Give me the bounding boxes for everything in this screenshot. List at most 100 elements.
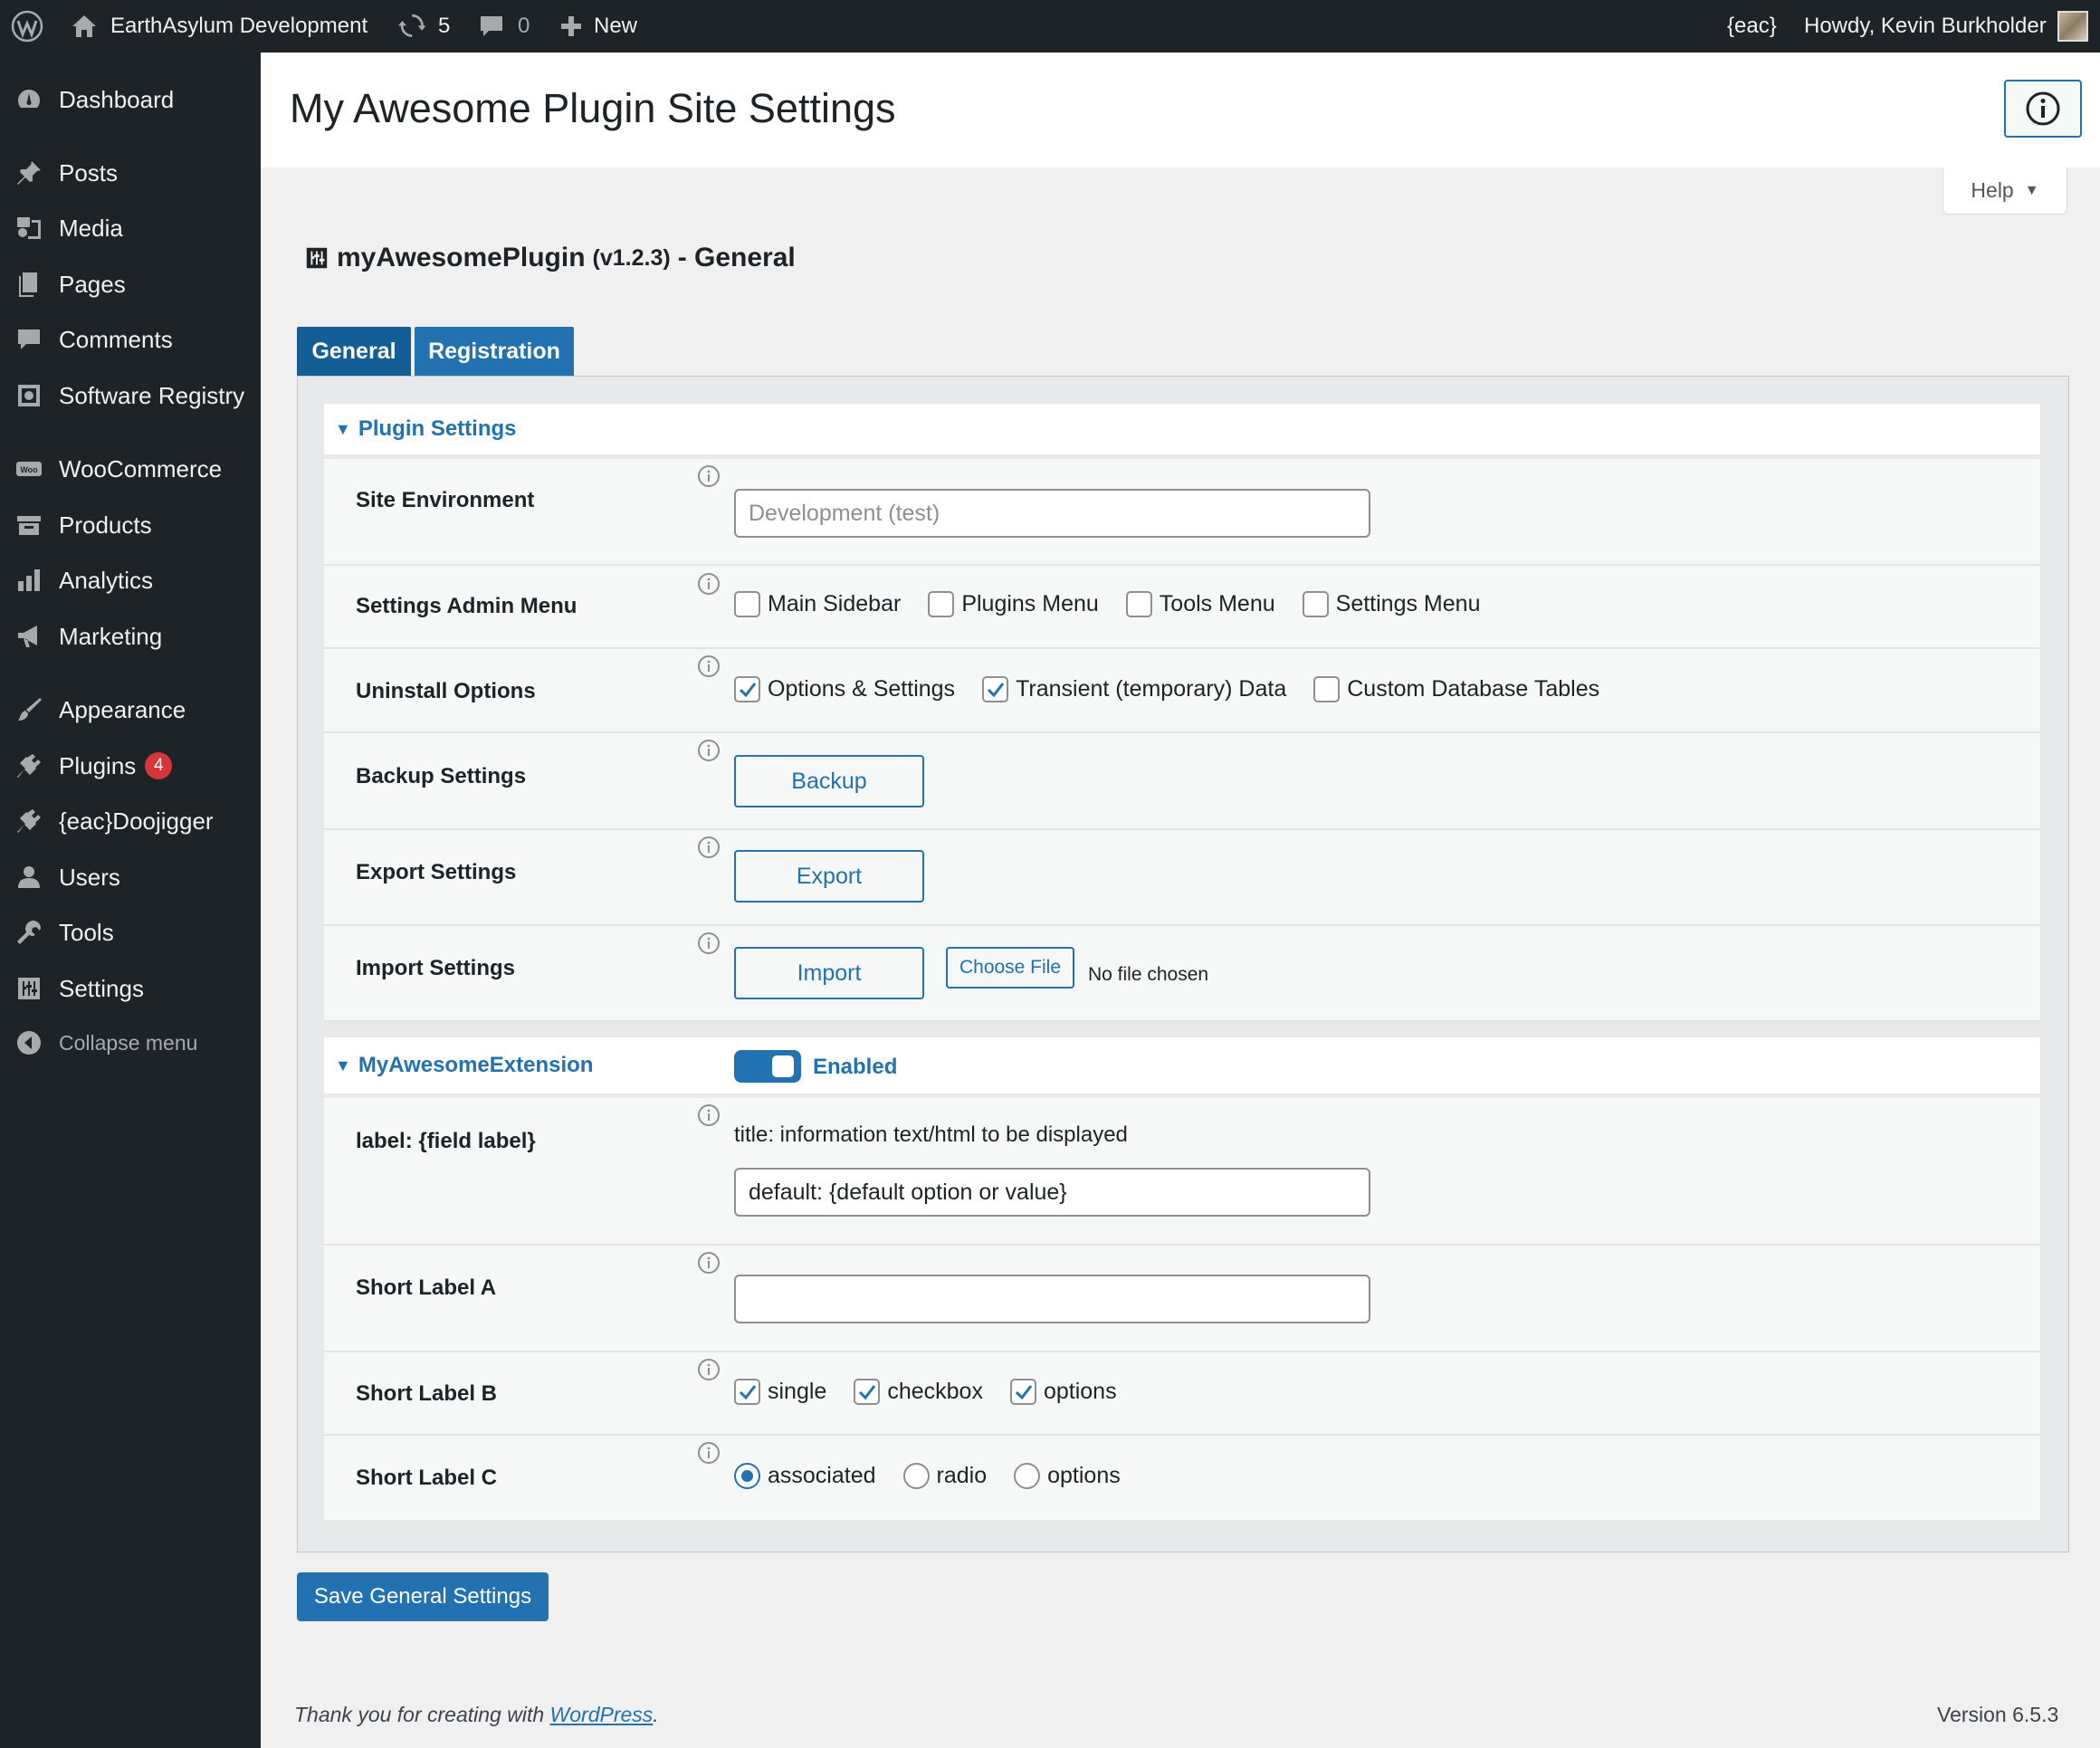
checkbox[interactable] bbox=[1009, 1379, 1036, 1405]
comment-icon bbox=[478, 13, 505, 40]
checkbox[interactable] bbox=[854, 1379, 881, 1405]
page-title: My Awesome Plugin Site Settings bbox=[290, 85, 896, 131]
field-label: Site Environment bbox=[356, 488, 535, 512]
info-icon[interactable] bbox=[697, 1251, 721, 1275]
sidebar-item-label: Pages bbox=[59, 270, 126, 298]
sidebar-item-eac-doojigger[interactable]: {eac}Doojigger bbox=[0, 797, 261, 845]
row-field-label: label: {field label} title: information … bbox=[324, 1098, 2040, 1246]
site-environment-input[interactable]: Development (test) bbox=[734, 489, 1370, 538]
radio-radio[interactable]: radio bbox=[902, 1463, 987, 1489]
section-plugin-settings-header[interactable]: ▼ Plugin Settings bbox=[324, 404, 2040, 454]
export-button[interactable]: Export bbox=[734, 850, 924, 903]
bar-chart-icon bbox=[14, 565, 44, 596]
radio-associated[interactable]: associated bbox=[734, 1463, 876, 1489]
sidebar-item-pages[interactable]: Pages bbox=[0, 260, 261, 309]
checkbox-custom-tables[interactable]: Custom Database Tables bbox=[1313, 676, 1599, 702]
radio-button[interactable] bbox=[734, 1463, 760, 1489]
brush-icon bbox=[14, 694, 44, 725]
checkbox[interactable] bbox=[734, 591, 760, 617]
sidebar-item-products[interactable]: Products bbox=[0, 501, 261, 549]
file-status: No file chosen bbox=[1088, 964, 1209, 985]
info-icon[interactable] bbox=[697, 1358, 721, 1381]
checkbox[interactable] bbox=[1302, 591, 1329, 617]
checkbox-options[interactable]: options bbox=[1009, 1379, 1117, 1405]
info-icon[interactable] bbox=[697, 931, 721, 955]
updates-count: 5 bbox=[438, 14, 451, 38]
option-label: checkbox bbox=[887, 1379, 983, 1404]
checkbox-plugins-menu[interactable]: Plugins Menu bbox=[928, 591, 1099, 617]
sidebar-item-marketing[interactable]: Marketing bbox=[0, 612, 261, 661]
checkbox-options-settings[interactable]: Options & Settings bbox=[734, 676, 955, 702]
button-label: Export bbox=[796, 863, 863, 889]
tab-registration[interactable]: Registration bbox=[415, 327, 574, 377]
checkbox[interactable] bbox=[982, 676, 1009, 702]
radio-button[interactable] bbox=[902, 1463, 930, 1489]
checkbox[interactable] bbox=[1313, 676, 1341, 702]
comments-link[interactable]: 0 bbox=[478, 0, 530, 53]
checkbox-tools-menu[interactable]: Tools Menu bbox=[1125, 591, 1275, 617]
wordpress-link[interactable]: WordPress bbox=[550, 1703, 654, 1726]
backup-button[interactable]: Backup bbox=[734, 755, 924, 807]
field-default-input[interactable]: default: {default option or value} bbox=[734, 1168, 1370, 1217]
wrench-icon bbox=[14, 917, 44, 948]
wordpress-logo-icon[interactable] bbox=[11, 0, 43, 53]
row-short-label-b: Short Label B single checkbox options bbox=[324, 1352, 2040, 1436]
import-button[interactable]: Import bbox=[734, 947, 924, 999]
sidebar-item-label: Appearance bbox=[59, 695, 186, 723]
info-icon[interactable] bbox=[697, 1103, 721, 1127]
toggle-knob bbox=[772, 1055, 794, 1077]
site-name-link[interactable]: EarthAsylum Development bbox=[71, 0, 368, 53]
sidebar-item-settings[interactable]: Settings bbox=[0, 964, 261, 1013]
new-content-link[interactable]: New bbox=[559, 0, 637, 53]
checkbox[interactable] bbox=[1125, 591, 1152, 617]
checkbox-checkbox[interactable]: checkbox bbox=[854, 1379, 983, 1405]
sidebar-item-woocommerce[interactable]: Woo WooCommerce bbox=[0, 444, 261, 493]
info-icon[interactable] bbox=[697, 464, 721, 488]
sidebar-item-dashboard[interactable]: Dashboard bbox=[0, 75, 261, 124]
user-account-menu[interactable]: Howdy, Kevin Burkholder bbox=[1804, 0, 2088, 53]
new-label: New bbox=[594, 14, 638, 38]
sidebar-item-software-registry[interactable]: Software Registry bbox=[0, 371, 261, 420]
radio-button[interactable] bbox=[1014, 1463, 1041, 1489]
user-icon bbox=[14, 862, 44, 893]
extension-enabled-toggle[interactable] bbox=[734, 1050, 801, 1083]
checkbox-single[interactable]: single bbox=[734, 1379, 826, 1405]
info-icon[interactable] bbox=[697, 739, 721, 762]
sidebar-item-analytics[interactable]: Analytics bbox=[0, 556, 261, 605]
save-general-settings-button[interactable]: Save General Settings bbox=[297, 1572, 549, 1621]
tab-general[interactable]: General bbox=[297, 327, 411, 377]
sidebar-item-users[interactable]: Users bbox=[0, 853, 261, 902]
checkbox[interactable] bbox=[734, 1379, 760, 1405]
checkbox-settings-menu[interactable]: Settings Menu bbox=[1302, 591, 1480, 617]
updates-link[interactable]: 5 bbox=[398, 0, 450, 53]
checkbox-transient-data[interactable]: Transient (temporary) Data bbox=[982, 676, 1286, 702]
info-icon[interactable] bbox=[697, 572, 721, 596]
caret-down-icon: ▼ bbox=[335, 1055, 351, 1075]
short-label-a-input[interactable] bbox=[734, 1275, 1370, 1323]
info-icon bbox=[2026, 91, 2060, 126]
sidebar-item-media[interactable]: Media bbox=[0, 204, 261, 253]
info-icon[interactable] bbox=[697, 1441, 721, 1465]
checkbox[interactable] bbox=[734, 676, 760, 702]
info-icon[interactable] bbox=[697, 654, 721, 678]
eac-link[interactable]: {eac} bbox=[1727, 0, 1777, 53]
sidebar-item-tools[interactable]: Tools bbox=[0, 908, 261, 957]
info-icon[interactable] bbox=[697, 836, 721, 859]
sidebar-item-posts[interactable]: Posts bbox=[0, 148, 261, 197]
section-extension-header[interactable]: ▼ MyAwesomeExtension bbox=[324, 1037, 2040, 1094]
sidebar-item-comments[interactable]: Comments bbox=[0, 315, 261, 364]
choose-file-button[interactable]: Choose File bbox=[946, 947, 1074, 989]
option-label: Main Sidebar bbox=[768, 591, 902, 616]
help-tab-button[interactable]: Help ▼ bbox=[1942, 167, 2067, 215]
section-title: MyAwesomeExtension bbox=[358, 1053, 594, 1077]
collapse-menu-button[interactable]: Collapse menu bbox=[0, 1018, 261, 1067]
radio-options[interactable]: options bbox=[1014, 1463, 1121, 1489]
plus-icon bbox=[559, 14, 583, 38]
plugin-version: (v1.2.3) bbox=[592, 244, 671, 271]
sidebar-item-plugins[interactable]: Plugins 4 bbox=[0, 741, 261, 790]
collapse-label: Collapse menu bbox=[59, 1030, 198, 1055]
info-button[interactable] bbox=[2004, 80, 2082, 138]
checkbox[interactable] bbox=[928, 591, 955, 617]
checkbox-main-sidebar[interactable]: Main Sidebar bbox=[734, 591, 901, 617]
sidebar-item-appearance[interactable]: Appearance bbox=[0, 685, 261, 734]
